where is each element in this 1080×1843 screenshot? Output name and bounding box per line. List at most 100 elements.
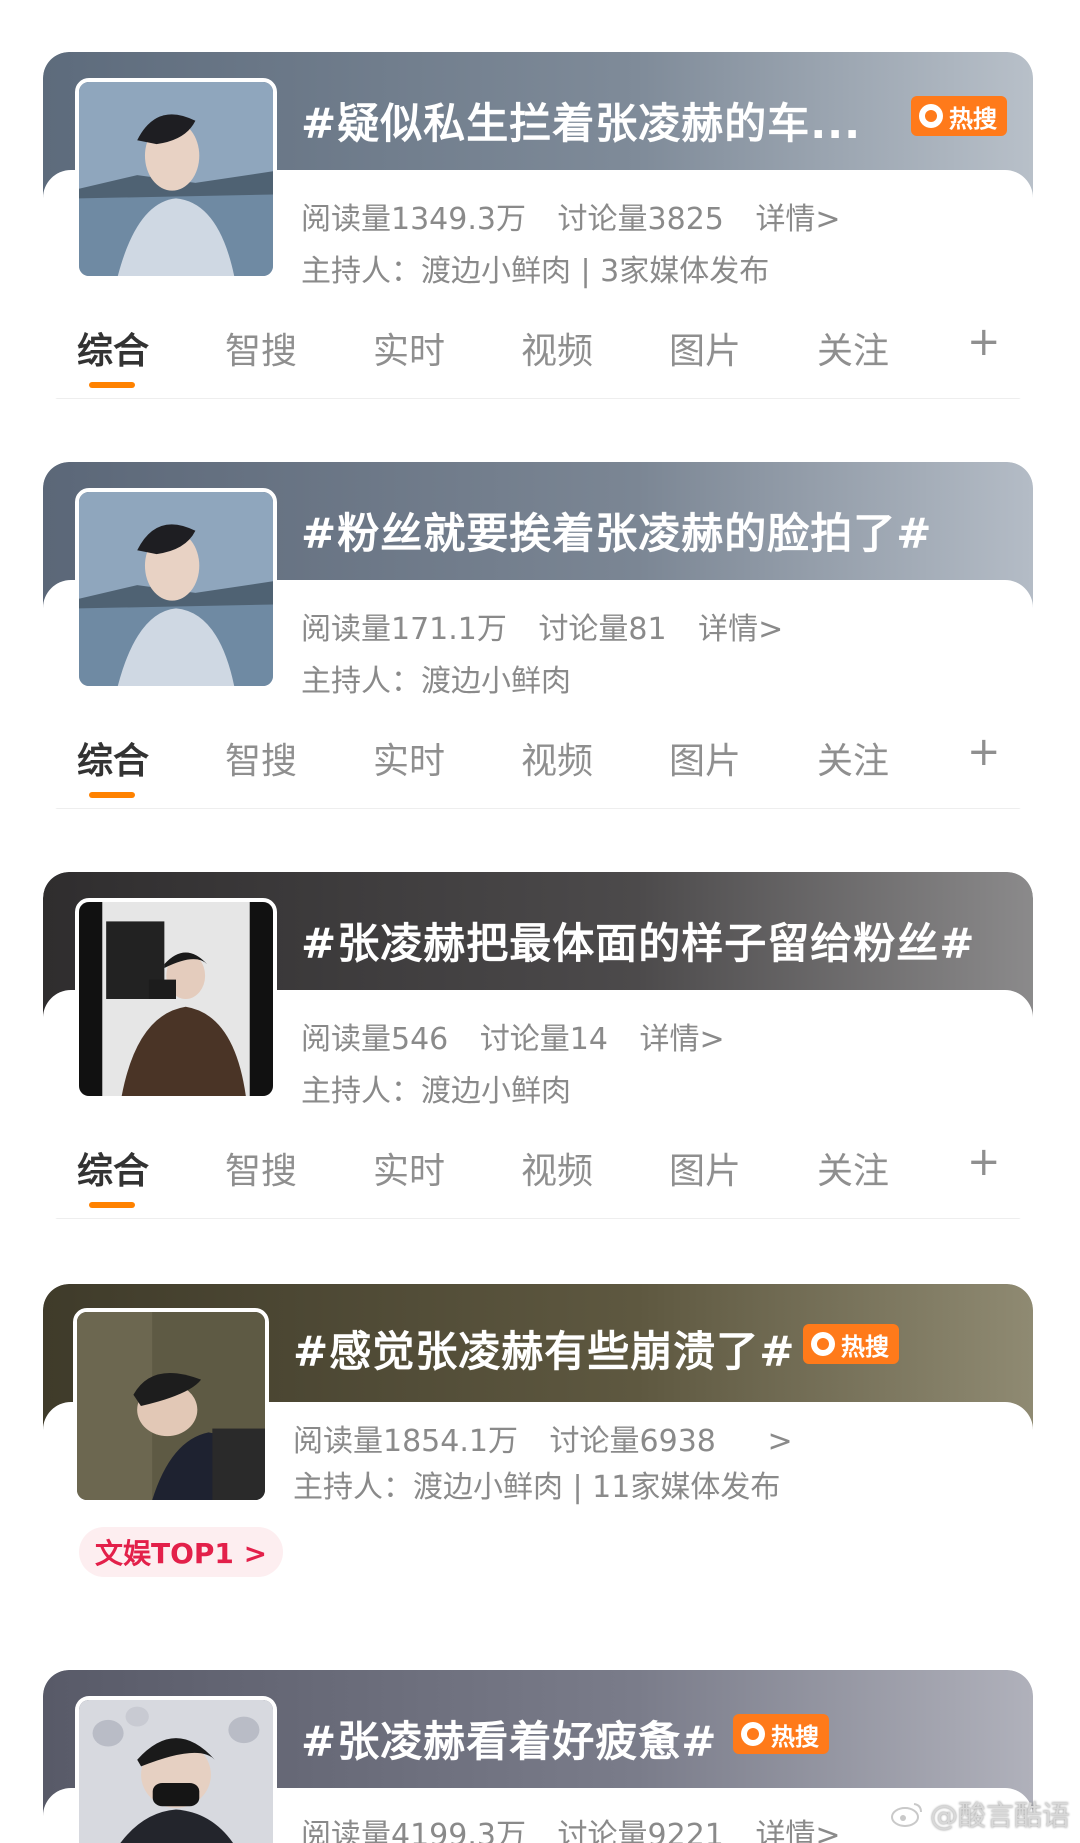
topic-thumbnail[interactable] (75, 1696, 277, 1843)
tab-label: 综合 (77, 741, 150, 782)
tab-label: 关注 (817, 1151, 890, 1192)
discussion-count: 讨论量81 (538, 612, 667, 647)
tab-label: 综合 (77, 1151, 150, 1192)
topic-card-3[interactable]: #张凌赫把最体面的样子留给粉丝# 阅读量546 讨论量14 详情> 主持人：渡边… (43, 872, 1033, 1222)
tab-label: 智搜 (225, 331, 298, 372)
tab-following[interactable]: 关注 (817, 1142, 965, 1194)
topic-card-2[interactable]: #粉丝就要挨着张凌赫的脸拍了# 阅读量171.1万 讨论量81 详情> 主持人：… (43, 462, 1033, 812)
topic-tabs: 综合 智搜 实时 视频 图片 关注 + (77, 322, 1033, 388)
tab-realtime[interactable]: 实时 (373, 322, 521, 374)
weibo-hot-icon (919, 104, 943, 128)
details-link[interactable]: > (767, 1424, 792, 1459)
tab-label: 综合 (77, 331, 150, 372)
tab-label: 图片 (669, 1151, 742, 1192)
divider (53, 398, 1023, 399)
discussion-count: 讨论量6938 (549, 1424, 716, 1459)
hot-badge-label: 热搜 (841, 1332, 889, 1361)
topic-stats: 阅读量1854.1万 讨论量6938 > (293, 1416, 815, 1460)
tab-label: 实时 (373, 741, 446, 782)
tab-comprehensive[interactable]: 综合 (77, 732, 225, 798)
active-tab-indicator (89, 1202, 135, 1208)
tab-following[interactable]: 关注 (817, 322, 965, 374)
tab-video[interactable]: 视频 (521, 732, 669, 784)
tab-comprehensive[interactable]: 综合 (77, 1142, 225, 1208)
topic-stats: 阅读量1349.3万 讨论量3825 详情> (301, 194, 863, 238)
tab-images[interactable]: 图片 (669, 1142, 817, 1194)
read-count: 阅读量4199.3万 (301, 1818, 526, 1843)
watermark: @酸言酷语 (890, 1794, 1070, 1834)
tab-video[interactable]: 视频 (521, 1142, 669, 1194)
tab-smart-search[interactable]: 智搜 (225, 1142, 373, 1194)
host-info: 主持人：渡边小鲜肉 (301, 1074, 571, 1109)
topic-title[interactable]: #感觉张凌赫有些崩溃了# (293, 1318, 795, 1379)
tab-label: 智搜 (225, 741, 298, 782)
add-tab-icon[interactable]: + (967, 322, 1001, 374)
details-link[interactable]: 详情> (640, 1022, 725, 1057)
topic-card-1[interactable]: #疑似私生拦着张凌赫的车... 热搜 阅读量1349.3万 讨论量3825 详情… (43, 52, 1033, 402)
weibo-logo-icon (890, 1803, 922, 1827)
weibo-hot-icon (741, 1722, 765, 1746)
tab-smart-search[interactable]: 智搜 (225, 322, 373, 374)
topic-title[interactable]: #粉丝就要挨着张凌赫的脸拍了# (301, 500, 932, 561)
divider (53, 808, 1023, 809)
hot-badge-label: 热搜 (949, 104, 997, 133)
topic-thumbnail[interactable] (75, 78, 277, 280)
host-info: 主持人：渡边小鲜肉 | 3家媒体发布 (301, 254, 770, 289)
topic-title[interactable]: #张凌赫把最体面的样子留给粉丝# (301, 910, 975, 971)
tab-label: 图片 (669, 741, 742, 782)
hot-search-badge: 热搜 (733, 1714, 829, 1754)
topic-stats: 阅读量546 讨论量14 详情> (301, 1014, 747, 1058)
tab-label: 关注 (817, 331, 890, 372)
topic-stats: 阅读量171.1万 讨论量81 详情> (301, 604, 805, 648)
topic-stats: 阅读量4199.3万 讨论量9221 详情> (301, 1810, 863, 1843)
entertainment-rank-label: 文娱TOP1 > (95, 1537, 268, 1570)
topic-tabs: 综合 智搜 实时 视频 图片 关注 + (77, 1142, 1033, 1208)
topic-card-5[interactable]: #张凌赫看着好疲惫# 热搜 阅读量4199.3万 讨论量9221 详情> (43, 1670, 1033, 1843)
active-tab-indicator (89, 382, 135, 388)
topic-title[interactable]: #张凌赫看着好疲惫# (301, 1708, 717, 1769)
discussion-count: 讨论量14 (479, 1022, 608, 1057)
divider (53, 1218, 1023, 1219)
tab-label: 智搜 (225, 1151, 298, 1192)
tab-label: 实时 (373, 1151, 446, 1192)
topic-title[interactable]: #疑似私生拦着张凌赫的车... (301, 90, 861, 151)
tab-label: 图片 (669, 331, 742, 372)
read-count: 阅读量1349.3万 (301, 202, 526, 237)
host-info: 主持人：渡边小鲜肉 (301, 664, 571, 699)
tab-label: 视频 (521, 1151, 594, 1192)
add-tab-icon[interactable]: + (967, 732, 1001, 784)
read-count: 阅读量1854.1万 (293, 1424, 518, 1459)
details-link[interactable]: 详情> (755, 202, 840, 237)
tab-video[interactable]: 视频 (521, 322, 669, 374)
tab-label: 视频 (521, 741, 594, 782)
tab-label: 视频 (521, 331, 594, 372)
tab-images[interactable]: 图片 (669, 732, 817, 784)
discussion-count: 讨论量3825 (557, 202, 724, 237)
read-count: 阅读量546 (301, 1022, 449, 1057)
hot-search-badge: 热搜 (911, 96, 1007, 136)
read-count: 阅读量171.1万 (301, 612, 507, 647)
tab-label: 关注 (817, 741, 890, 782)
topic-tabs: 综合 智搜 实时 视频 图片 关注 + (77, 732, 1033, 798)
watermark-text: @酸言酷语 (929, 1799, 1070, 1832)
tab-realtime[interactable]: 实时 (373, 1142, 521, 1194)
discussion-count: 讨论量9221 (557, 1818, 724, 1843)
tab-following[interactable]: 关注 (817, 732, 965, 784)
tab-comprehensive[interactable]: 综合 (77, 322, 225, 388)
tab-realtime[interactable]: 实时 (373, 732, 521, 784)
hot-search-badge: 热搜 (803, 1324, 899, 1364)
host-info: 主持人：渡边小鲜肉 | 11家媒体发布 (293, 1470, 781, 1505)
details-link[interactable]: 详情> (755, 1818, 840, 1843)
entertainment-rank-badge[interactable]: 文娱TOP1 > (79, 1527, 284, 1577)
hot-badge-label: 热搜 (771, 1722, 819, 1751)
tab-smart-search[interactable]: 智搜 (225, 732, 373, 784)
topic-thumbnail[interactable] (75, 488, 277, 690)
active-tab-indicator (89, 792, 135, 798)
details-link[interactable]: 详情> (698, 612, 783, 647)
weibo-hot-icon (811, 1332, 835, 1356)
tab-label: 实时 (373, 331, 446, 372)
topic-thumbnail[interactable] (75, 898, 277, 1100)
add-tab-icon[interactable]: + (967, 1142, 1001, 1194)
tab-images[interactable]: 图片 (669, 322, 817, 374)
topic-thumbnail[interactable] (73, 1308, 269, 1504)
